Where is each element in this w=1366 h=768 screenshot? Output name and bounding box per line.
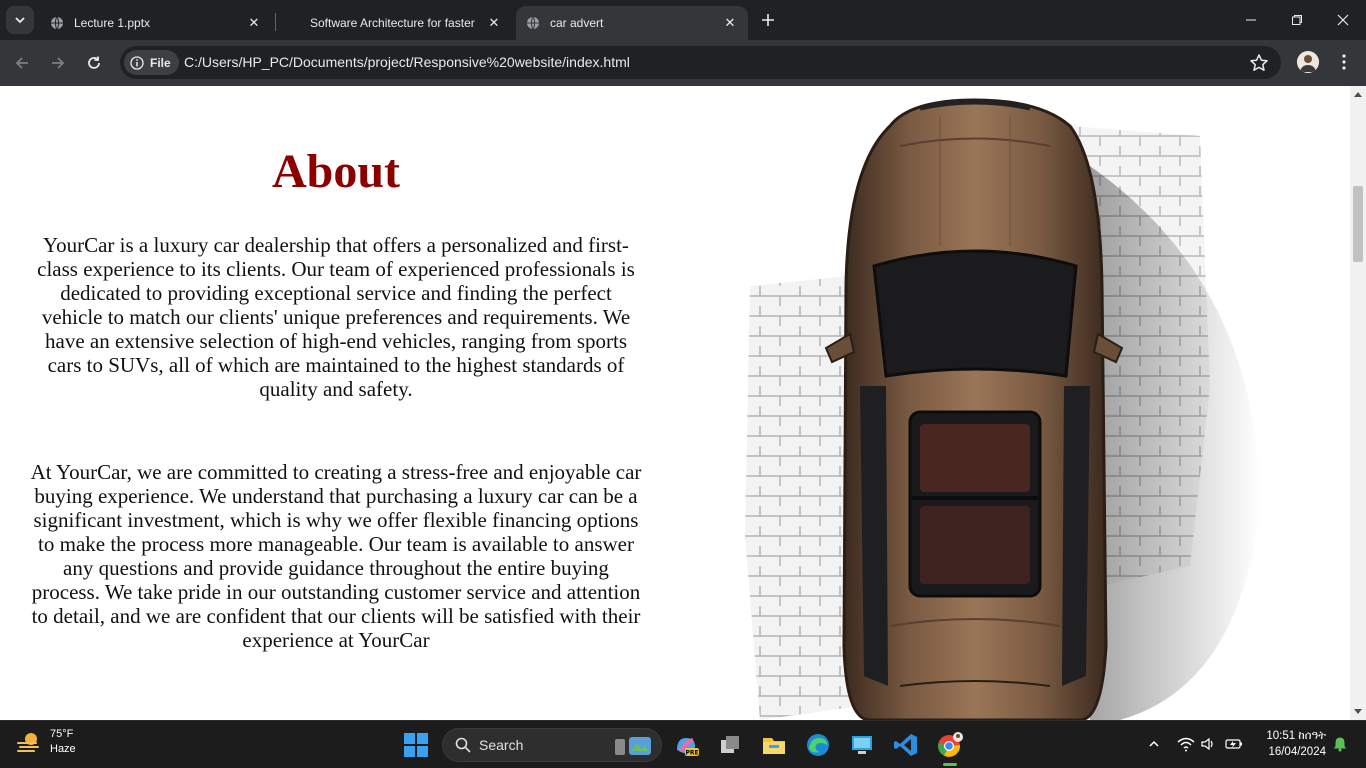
tab-title: Lecture 1.pptx <box>74 16 151 30</box>
start-button[interactable] <box>403 732 429 758</box>
task-view-app[interactable] <box>714 729 746 761</box>
more-vert-icon <box>1342 54 1346 70</box>
chrome-icon <box>938 732 963 757</box>
reload-button[interactable] <box>80 49 108 77</box>
edge-app[interactable] <box>802 729 834 761</box>
forward-button[interactable] <box>44 49 72 77</box>
car-image <box>740 86 1300 720</box>
battery-status[interactable] <box>1224 733 1244 755</box>
scroll-up-arrow[interactable] <box>1354 92 1362 97</box>
vscode-app[interactable] <box>890 729 922 761</box>
page-scrollbar[interactable] <box>1350 86 1366 720</box>
car-top-view-illustration <box>745 98 1260 720</box>
restore-icon <box>1292 15 1302 25</box>
avatar-icon <box>1297 51 1319 73</box>
url-text[interactable]: C:/Users/HP_PC/Documents/project/Respons… <box>184 54 630 70</box>
tab-software-architecture[interactable]: Software Architecture for faster ✕ <box>280 6 512 40</box>
address-bar[interactable]: File C:/Users/HP_PC/Documents/project/Re… <box>120 46 1281 79</box>
site-info-chip[interactable]: File <box>124 50 179 75</box>
active-app-indicator <box>943 763 957 766</box>
windows-taskbar: 75°F Haze Search PRE 10:51 ከሰዓት 16/04/20… <box>0 720 1366 768</box>
browser-menu-button[interactable] <box>1334 51 1354 73</box>
clock-time: 10:51 ከሰዓት <box>1266 730 1326 742</box>
reload-icon <box>88 56 100 69</box>
tab-car-advert[interactable]: car advert ✕ <box>516 6 748 40</box>
close-icon[interactable]: ✕ <box>244 13 264 33</box>
globe-icon <box>51 16 63 30</box>
notifications-button[interactable] <box>1330 733 1350 755</box>
tray-overflow-button[interactable] <box>1144 733 1164 755</box>
site-chip-label: File <box>150 55 171 70</box>
tab-title: Software Architecture for faster <box>310 16 475 30</box>
arrow-right-icon <box>52 57 65 69</box>
close-icon <box>1337 14 1349 26</box>
tab-title: car advert <box>550 16 604 30</box>
haze-icon <box>17 733 39 752</box>
file-explorer-app[interactable] <box>758 729 790 761</box>
scroll-down-arrow[interactable] <box>1354 709 1362 714</box>
edge-icon <box>807 734 829 756</box>
copilot-icon: PRE <box>677 738 699 757</box>
chrome-app[interactable] <box>934 729 966 761</box>
minimize-button[interactable] <box>1228 0 1274 40</box>
desktop-app-icon <box>852 736 872 754</box>
bell-icon <box>1334 737 1346 752</box>
windows-logo-icon <box>404 733 428 757</box>
new-tab-button[interactable] <box>756 8 780 32</box>
info-icon <box>130 55 144 70</box>
plus-icon <box>762 14 774 26</box>
file-explorer-icon <box>763 738 785 754</box>
about-paragraph-2: At YourCar, we are committed to creating… <box>30 460 642 652</box>
chevron-up-icon <box>1149 740 1159 747</box>
clock-date: 16/04/2024 <box>1268 746 1326 758</box>
search-label: Search <box>479 737 524 753</box>
svg-text:PRE: PRE <box>685 750 698 757</box>
volume-status[interactable] <box>1198 733 1218 755</box>
back-button[interactable] <box>8 49 36 77</box>
arrow-left-icon <box>15 57 28 69</box>
wifi-status[interactable] <box>1176 733 1196 755</box>
about-heading: About <box>271 145 401 198</box>
battery-charging-icon <box>1225 739 1242 749</box>
taskbar-search[interactable]: Search <box>442 728 662 762</box>
tab-strip: Lecture 1.pptx ✕ Software Architecture f… <box>0 0 1366 40</box>
weather-widget[interactable]: 75°F Haze <box>16 727 76 757</box>
tab-lecture[interactable]: Lecture 1.pptx ✕ <box>40 6 272 40</box>
minimize-icon <box>1246 19 1256 21</box>
weather-description: Haze <box>50 743 76 755</box>
chevron-down-icon <box>15 17 25 24</box>
wifi-icon <box>1177 737 1195 752</box>
close-window-button[interactable] <box>1320 0 1366 40</box>
close-icon[interactable]: ✕ <box>484 13 504 33</box>
weather-temperature: 75°F <box>50 728 74 740</box>
star-icon[interactable] <box>1249 53 1269 73</box>
search-icon <box>455 737 471 753</box>
search-highlight-icon <box>615 737 651 755</box>
close-icon[interactable]: ✕ <box>720 13 740 33</box>
desktop-app[interactable] <box>846 729 878 761</box>
vscode-icon <box>894 734 917 756</box>
tab-search-button[interactable] <box>6 6 34 34</box>
copilot-app[interactable]: PRE <box>670 729 702 761</box>
tab-separator <box>275 13 276 31</box>
globe-icon <box>527 16 539 30</box>
profile-avatar[interactable] <box>1297 51 1319 73</box>
system-clock[interactable]: 10:51 ከሰዓት 16/04/2024 <box>1258 728 1326 760</box>
restore-button[interactable] <box>1274 0 1320 40</box>
scroll-thumb[interactable] <box>1353 186 1363 262</box>
speaker-icon <box>1201 737 1213 751</box>
page-viewport: About YourCar is a luxury car dealership… <box>0 86 1366 720</box>
task-view-icon <box>721 736 739 753</box>
about-paragraph-1: YourCar is a luxury car dealership that … <box>37 233 635 401</box>
browser-toolbar: File C:/Users/HP_PC/Documents/project/Re… <box>0 40 1366 86</box>
